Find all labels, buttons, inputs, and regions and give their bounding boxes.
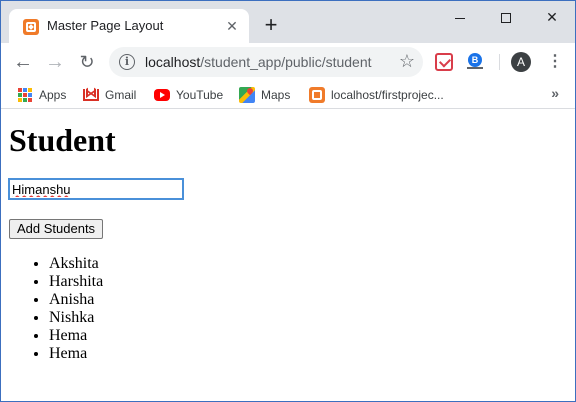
bookmark-label: Apps — [39, 88, 67, 102]
bookmark-apps[interactable]: Apps — [17, 86, 77, 104]
url-host: localhost — [145, 54, 201, 70]
tab-strip: Master Page Layout ✕ + ✕ — [1, 1, 575, 43]
bookmarks-bar: Apps Gmail YouTube Maps localhost/firstp… — [1, 81, 575, 109]
list-item: Anisha — [49, 291, 103, 309]
toolbar-divider — [499, 54, 500, 70]
list-item: Nishka — [49, 309, 103, 327]
bookmark-label: YouTube — [176, 88, 224, 102]
list-item: Hema — [49, 327, 103, 345]
pocket-extension-icon[interactable] — [435, 53, 453, 71]
xampp-icon — [309, 87, 325, 103]
bookmark-youtube[interactable]: YouTube — [154, 86, 230, 104]
bookmark-gmail[interactable]: Gmail — [83, 86, 143, 104]
tab-title: Master Page Layout — [47, 18, 164, 33]
bookmark-star-icon[interactable]: ☆ — [399, 51, 415, 72]
close-tab-icon[interactable]: ✕ — [223, 17, 241, 35]
back-button[interactable]: ← — [11, 50, 35, 74]
xampp-favicon-icon — [23, 19, 39, 35]
forward-button[interactable]: → — [43, 50, 67, 74]
reload-button[interactable]: ↻ — [75, 50, 99, 74]
youtube-icon — [154, 89, 170, 101]
bookmark-label: Gmail — [105, 88, 137, 102]
url-text[interactable]: localhost/student_app/public/student — [145, 54, 372, 70]
more-bookmarks-icon[interactable]: » — [551, 85, 559, 101]
address-bar[interactable]: i localhost/student_app/public/student ☆ — [109, 47, 423, 77]
minimize-button[interactable] — [437, 5, 483, 29]
student-name-input[interactable] — [8, 178, 184, 200]
list-item: Akshita — [49, 255, 103, 273]
maximize-button[interactable] — [483, 5, 529, 29]
extension-icon[interactable]: B — [467, 53, 483, 71]
list-item: Harshita — [49, 273, 103, 291]
profile-avatar[interactable]: A — [511, 52, 531, 72]
bookmark-maps[interactable]: Maps — [239, 86, 299, 104]
maps-icon — [239, 87, 255, 103]
bookmark-label: Maps — [261, 88, 291, 102]
menu-kebab-icon[interactable]: ⋮ — [547, 50, 563, 74]
apps-grid-icon — [17, 87, 33, 103]
url-path: /student_app/public/student — [200, 54, 372, 70]
bookmark-localhost[interactable]: localhost/firstprojec... — [309, 86, 459, 104]
browser-window: Master Page Layout ✕ + ✕ ← → ↻ i localho… — [0, 0, 576, 402]
tab-master-page-layout[interactable]: Master Page Layout ✕ — [9, 9, 249, 43]
gmail-icon — [83, 89, 99, 101]
bookmark-label: localhost/firstprojec... — [331, 88, 444, 102]
add-students-button[interactable]: Add Students — [9, 219, 104, 239]
page-title: Student — [9, 122, 116, 158]
list-item: Hema — [49, 345, 103, 363]
browser-toolbar: ← → ↻ i localhost/student_app/public/stu… — [1, 43, 575, 81]
student-list: Akshita Harshita Anisha Nishka Hema Hema — [9, 255, 103, 363]
window-close-button[interactable]: ✕ — [529, 5, 575, 29]
site-info-icon[interactable]: i — [119, 54, 135, 70]
page-content: Student Add Students Akshita Harshita An… — [1, 110, 575, 401]
new-tab-button[interactable]: + — [259, 13, 283, 37]
